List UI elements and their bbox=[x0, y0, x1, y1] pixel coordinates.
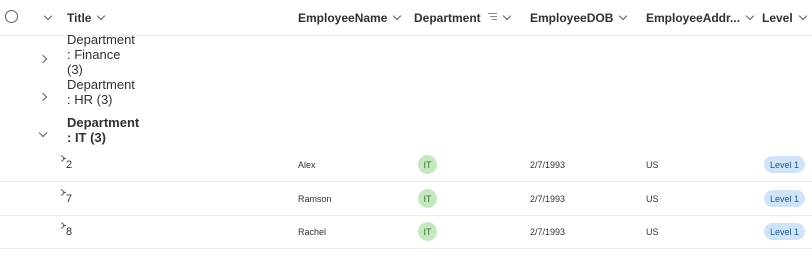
table-row[interactable]: 8 Rachel IT 2/7/1993 US Level 1 bbox=[0, 215, 812, 249]
group-label: Department : IT (3) bbox=[67, 115, 140, 145]
column-header-employee-dob[interactable]: EmployeeDOB bbox=[530, 0, 628, 35]
column-header-level[interactable]: Level bbox=[762, 0, 807, 35]
level-cell: Level 1 bbox=[764, 182, 806, 215]
department-pill: IT bbox=[418, 189, 437, 208]
column-header-level-label: Level bbox=[762, 10, 793, 25]
group-expand-button[interactable] bbox=[38, 50, 48, 65]
title-cell[interactable]: 7 bbox=[66, 182, 72, 215]
group-expand-button[interactable] bbox=[38, 88, 48, 103]
group-by-icon bbox=[487, 13, 497, 22]
column-header-employee-name-label: EmployeeName bbox=[298, 10, 388, 25]
column-header-department-label: Department bbox=[414, 10, 481, 25]
group-collapse-button[interactable] bbox=[38, 124, 48, 139]
chevron-down-icon bbox=[798, 11, 807, 20]
chevron-down-icon bbox=[745, 11, 755, 20]
department-pill: IT bbox=[418, 222, 437, 241]
employee-name-cell: Rachel bbox=[298, 226, 327, 237]
chevron-right-icon bbox=[38, 92, 48, 102]
level-pill: Level 1 bbox=[764, 190, 806, 207]
select-all-circle-icon[interactable] bbox=[5, 10, 18, 23]
chevron-down-icon bbox=[619, 11, 628, 20]
chevron-down-icon bbox=[393, 11, 402, 20]
employee-dob-cell: 2/7/1993 bbox=[530, 159, 566, 170]
employee-dob-cell: 2/7/1993 bbox=[530, 226, 566, 237]
title-cell[interactable]: 8 bbox=[66, 215, 72, 248]
chevron-right-icon bbox=[38, 54, 48, 64]
level-pill: Level 1 bbox=[764, 223, 806, 240]
collapse-all-button[interactable] bbox=[38, 0, 53, 35]
group-label: Department : HR (3) bbox=[67, 77, 135, 107]
department-pill: IT bbox=[418, 155, 437, 174]
employee-address-cell: US bbox=[646, 226, 659, 237]
employee-dob-cell: 2/7/1993 bbox=[530, 193, 566, 204]
column-header-department[interactable]: Department bbox=[414, 0, 511, 35]
department-cell: IT bbox=[418, 182, 437, 215]
table-row[interactable]: 2 Alex IT 2/7/1993 US Level 1 bbox=[0, 148, 812, 182]
department-cell: IT bbox=[418, 215, 437, 248]
column-header-title[interactable]: Title bbox=[67, 0, 106, 35]
column-header-employee-address-label: EmployeeAddr... bbox=[646, 10, 741, 25]
table-row[interactable]: 7 Ramson IT 2/7/1993 US Level 1 bbox=[0, 182, 812, 216]
level-cell: Level 1 bbox=[764, 148, 806, 181]
column-header-employee-name[interactable]: EmployeeName bbox=[298, 0, 402, 35]
chevron-down-icon bbox=[97, 11, 106, 20]
column-header-title-label: Title bbox=[67, 10, 92, 25]
chevron-down-icon bbox=[38, 128, 48, 138]
title-cell[interactable]: 2 bbox=[66, 148, 72, 181]
level-cell: Level 1 bbox=[764, 215, 806, 248]
group-label: Department : Finance (3) bbox=[67, 31, 135, 77]
chevron-down-icon bbox=[43, 11, 53, 20]
employee-name-cell: Ramson bbox=[298, 193, 332, 204]
employee-address-cell: US bbox=[646, 193, 659, 204]
employee-name-cell: Alex bbox=[298, 159, 316, 170]
column-header-employee-address[interactable]: EmployeeAddr... bbox=[646, 0, 755, 35]
employee-address-cell: US bbox=[646, 159, 659, 170]
column-header-employee-dob-label: EmployeeDOB bbox=[530, 10, 614, 25]
department-cell: IT bbox=[418, 148, 437, 181]
chevron-down-icon bbox=[502, 11, 511, 20]
level-pill: Level 1 bbox=[764, 156, 806, 173]
